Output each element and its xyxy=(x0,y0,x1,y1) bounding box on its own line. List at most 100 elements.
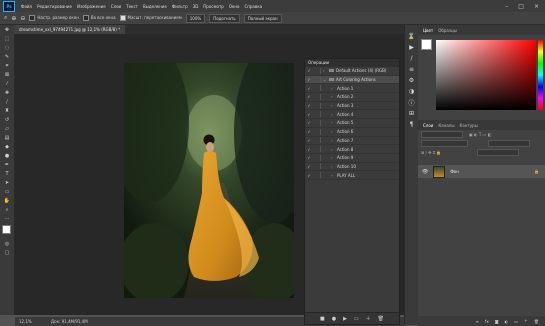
action-row[interactable]: ✓ › Action 6 xyxy=(305,128,399,137)
path-select-icon[interactable]: ➤ xyxy=(0,178,14,187)
screen-mode-icon[interactable]: ▢ xyxy=(0,248,14,257)
eraser-tool-icon[interactable]: ▱ xyxy=(0,124,14,133)
navigator-panel-icon[interactable]: ⊞ xyxy=(405,108,418,119)
dialog-toggle[interactable] xyxy=(313,146,321,153)
zoom-out-icon[interactable]: ⊖ xyxy=(20,15,25,22)
check-icon[interactable]: ✓ xyxy=(305,129,313,134)
resize-windows-option[interactable]: Настр. размер окон xyxy=(29,15,79,21)
menu-filter[interactable]: Фильтр xyxy=(172,4,188,9)
add-mask-icon[interactable]: ◙ xyxy=(495,319,499,324)
frame-tool-icon[interactable]: ⊠ xyxy=(0,70,14,79)
type-tool-icon[interactable]: T xyxy=(0,169,14,178)
tab-swatches[interactable]: Образцы xyxy=(438,28,457,33)
scrubby-zoom-option[interactable]: Масшт. перетаскиванием xyxy=(119,15,182,21)
more-tools-icon[interactable]: ··· xyxy=(0,214,14,223)
play-icon[interactable]: ▶ xyxy=(343,316,347,322)
dialog-toggle[interactable] xyxy=(313,128,321,135)
dialog-toggle[interactable] xyxy=(313,67,321,74)
crop-tool-icon[interactable]: ⌗ xyxy=(0,61,14,70)
info-panel-icon[interactable]: ⓘ xyxy=(405,97,418,108)
brush-tool-icon[interactable]: ∕ xyxy=(0,97,14,106)
hand-tool-icon[interactable]: ✋ xyxy=(0,196,14,205)
adjustments-panel-icon[interactable]: ◑ xyxy=(405,86,418,97)
check-icon[interactable]: ✓ xyxy=(305,94,313,99)
action-row[interactable]: ✓ › Action 3 xyxy=(305,102,399,111)
action-row[interactable]: ✓ › Action 7 xyxy=(305,137,399,146)
brush-settings-icon[interactable]: ∕ xyxy=(405,53,418,64)
check-icon[interactable]: ✓ xyxy=(305,155,313,160)
history-brush-icon[interactable]: ↺ xyxy=(0,115,14,124)
record-icon[interactable]: ● xyxy=(332,316,336,322)
minimize-button[interactable]: – xyxy=(505,3,508,10)
close-button[interactable]: × xyxy=(534,3,539,10)
dialog-toggle[interactable] xyxy=(313,85,321,92)
layer-kind-filter[interactable] xyxy=(421,131,463,138)
action-row[interactable]: ✓ › PLAY ALL xyxy=(305,171,399,180)
glyphs-panel-icon[interactable]: ⚙ xyxy=(405,75,418,86)
quick-mask-icon[interactable]: ◎ xyxy=(0,239,14,248)
dialog-toggle[interactable] xyxy=(313,119,321,126)
tab-color[interactable]: Цвет xyxy=(423,28,433,33)
panel-foreground-swatch[interactable] xyxy=(421,39,432,50)
pen-tool-icon[interactable]: ✒ xyxy=(0,160,14,169)
adjustment-layer-icon[interactable]: ◐ xyxy=(505,319,509,324)
dialog-toggle[interactable] xyxy=(313,137,321,144)
menu-image[interactable]: Изображение xyxy=(77,4,106,9)
check-icon[interactable]: ✓ xyxy=(305,164,313,169)
zoom-in-icon[interactable]: ⊕ xyxy=(11,15,16,22)
fill-field[interactable] xyxy=(477,149,520,156)
menu-window[interactable]: Окно xyxy=(229,4,240,9)
check-icon[interactable]: ✓ xyxy=(305,173,313,178)
new-group-icon[interactable]: ▭ xyxy=(514,319,518,324)
menu-view[interactable]: Просмотр xyxy=(203,4,224,9)
fill-screen-button[interactable]: Полный экран xyxy=(243,13,282,23)
dialog-toggle[interactable] xyxy=(313,111,321,118)
delete-layer-icon[interactable]: 🗑 xyxy=(534,319,539,324)
action-set-row[interactable]: ✓ › Default Actions (4) (RGB) xyxy=(305,67,399,76)
layer-row-background[interactable]: 👁 Фон 🔒 xyxy=(418,165,545,178)
shape-tool-icon[interactable]: ▭ xyxy=(0,187,14,196)
resize-windows-checkbox[interactable] xyxy=(29,15,36,21)
check-icon[interactable]: ✓ xyxy=(305,120,313,125)
clone-stamp-icon[interactable]: ♜ xyxy=(0,106,14,115)
tab-layers[interactable]: Слои xyxy=(423,123,433,128)
all-windows-checkbox[interactable] xyxy=(82,15,89,21)
opacity-field[interactable] xyxy=(488,140,530,147)
marquee-tool-icon[interactable]: ⬚ xyxy=(0,34,14,43)
color-field[interactable] xyxy=(436,40,536,110)
eye-icon[interactable]: 👁 xyxy=(422,169,428,175)
foreground-color-swatch[interactable] xyxy=(2,225,11,234)
action-row[interactable]: ✓ › Action 10 xyxy=(305,163,399,172)
zoom-tool-icon[interactable]: ⌕ xyxy=(4,14,7,22)
color-swatches[interactable] xyxy=(0,223,14,239)
document-image[interactable] xyxy=(124,63,294,298)
blur-tool-icon[interactable]: ◆ xyxy=(0,142,14,151)
tab-paths[interactable]: Контуры xyxy=(459,123,477,128)
action-row[interactable]: ✓ › Action 4 xyxy=(305,110,399,120)
check-icon[interactable]: ✓ xyxy=(305,147,313,152)
layer-name[interactable]: Фон xyxy=(450,169,459,174)
actions-panel-title[interactable]: Операции xyxy=(305,59,399,67)
history-panel-icon[interactable]: ⌛ xyxy=(405,31,418,42)
zoom-status[interactable]: 12,1% xyxy=(19,319,32,324)
document-tab[interactable]: dreamstime_xxl_97494271.jpg @ 12,1% (RGB… xyxy=(14,25,126,34)
healing-brush-icon[interactable]: ✚ xyxy=(0,88,14,97)
lock-icons[interactable]: ⊠ ∕ ✥ ⌗ 🔒 xyxy=(421,150,441,155)
tab-channels[interactable]: Каналы xyxy=(438,123,454,128)
maximize-button[interactable]: □ xyxy=(518,3,524,10)
menu-select[interactable]: Выделение xyxy=(143,4,167,9)
scrubby-zoom-checkbox[interactable] xyxy=(119,15,126,21)
menu-layer[interactable]: Слои xyxy=(111,4,121,9)
check-icon[interactable]: ✓ xyxy=(305,68,313,73)
filter-icons[interactable]: ▣ ◐ T ▭ ◧ xyxy=(469,132,491,137)
dialog-toggle[interactable] xyxy=(313,172,321,179)
menu-file[interactable]: Файл xyxy=(21,4,32,9)
link-layers-icon[interactable]: ∞ xyxy=(476,319,479,324)
paragraph-panel-icon[interactable]: ¶ xyxy=(405,119,418,130)
dialog-toggle[interactable] xyxy=(313,102,321,109)
action-row[interactable]: ✓ › Action 9 xyxy=(305,154,399,163)
fit-screen-button[interactable]: Подогнать xyxy=(209,13,240,23)
action-set-row[interactable]: ✓ ⌄ Art Coloring Actions xyxy=(305,75,399,85)
menu-edit[interactable]: Редактирование xyxy=(37,4,72,9)
properties-panel-icon[interactable]: ≡ xyxy=(405,64,418,75)
